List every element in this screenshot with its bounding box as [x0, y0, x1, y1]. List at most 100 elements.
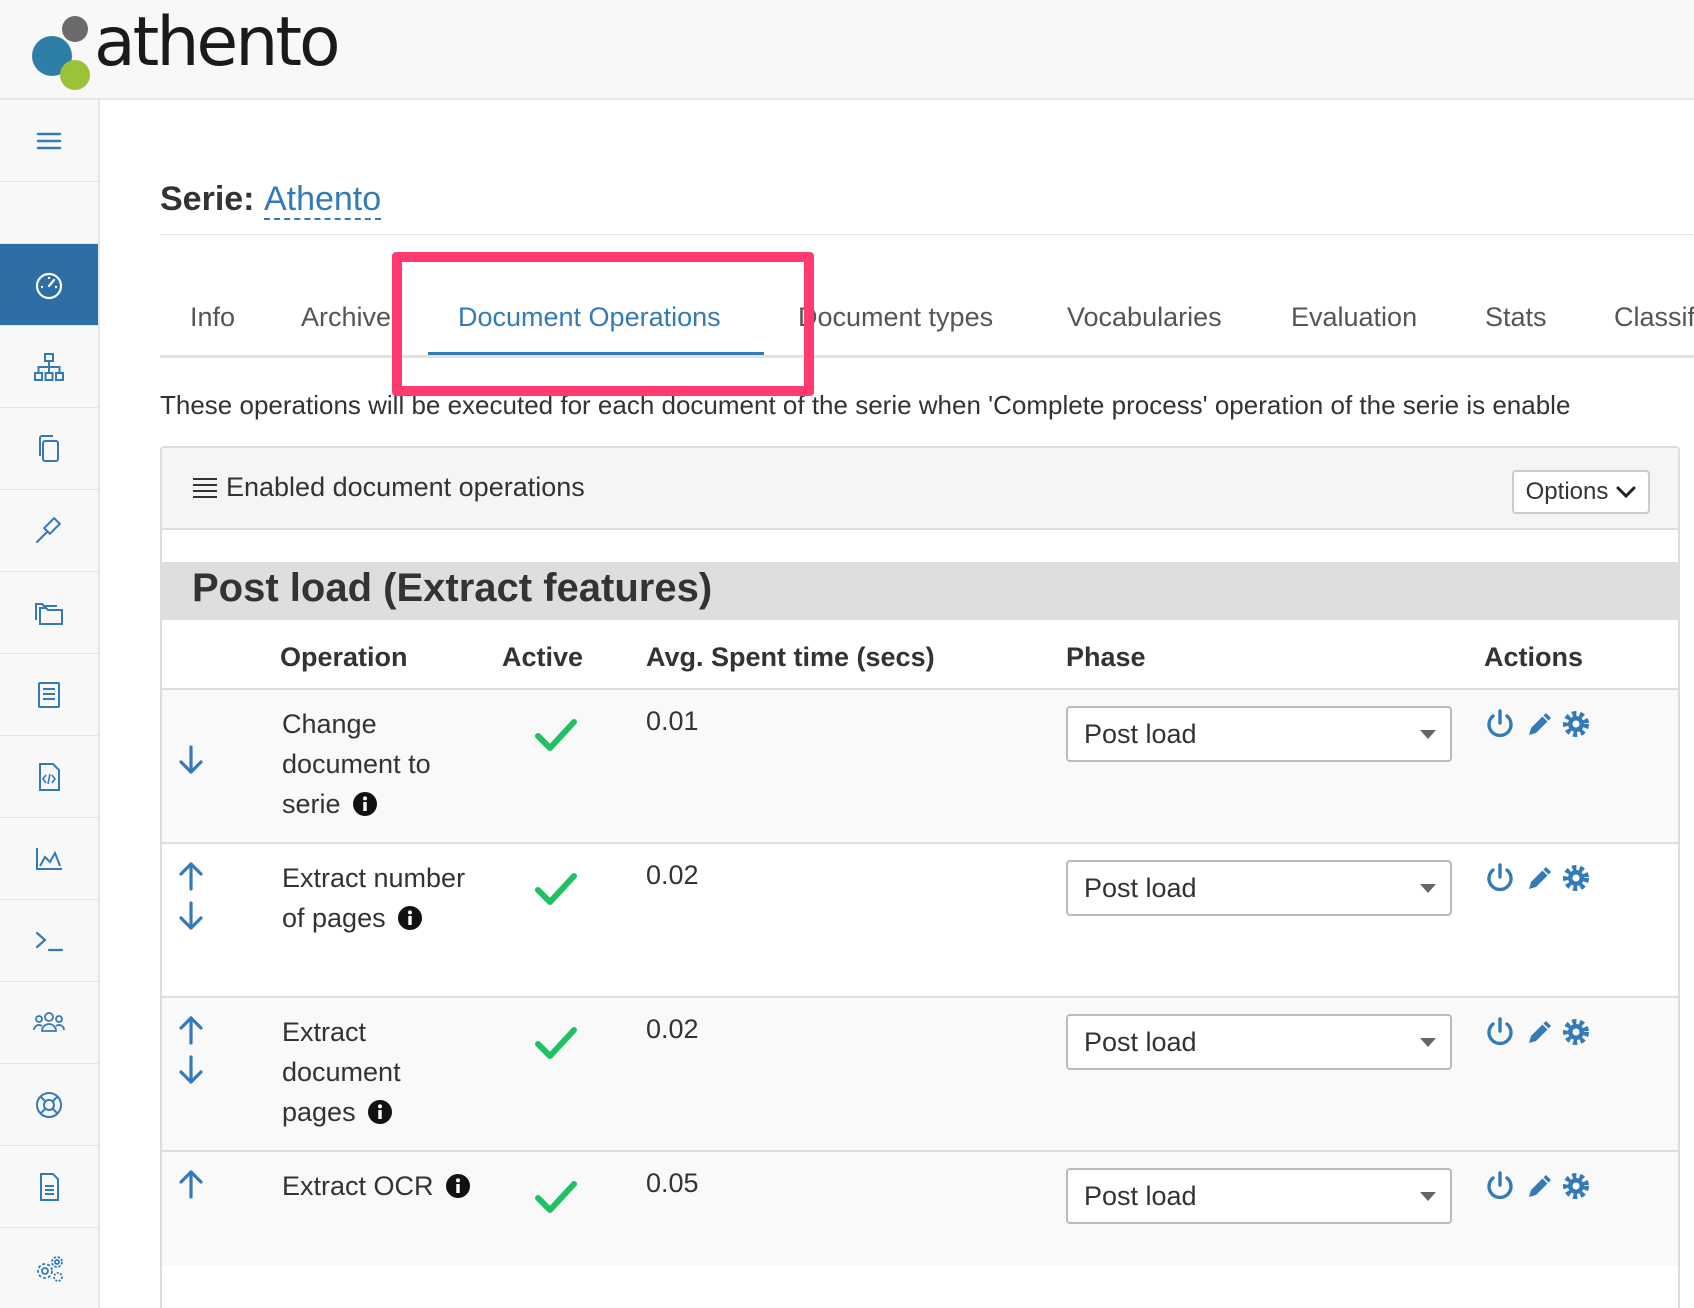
- panel-title: Enabled document operations: [192, 472, 585, 503]
- gear-icon[interactable]: [1560, 862, 1592, 894]
- tab-evaluation[interactable]: Evaluation: [1291, 292, 1417, 358]
- phase-select[interactable]: Post load: [1066, 1014, 1452, 1070]
- tab-vocabularies[interactable]: Vocabularies: [1067, 292, 1222, 358]
- group-header: Post load (Extract features): [162, 562, 1678, 620]
- tab-info[interactable]: Info: [190, 292, 235, 358]
- phase-select[interactable]: Post load: [1066, 706, 1452, 762]
- edit-pencil-icon[interactable]: [1524, 862, 1556, 894]
- sidebar-item-copy[interactable]: [0, 408, 98, 490]
- sidebar-item-stats[interactable]: [0, 818, 98, 900]
- sidebar-item-rules[interactable]: [0, 490, 98, 572]
- power-icon[interactable]: [1484, 708, 1516, 740]
- sidebar-item-console[interactable]: [0, 900, 98, 982]
- column-header-actions: Actions: [1484, 642, 1584, 672]
- terminal-icon: [35, 931, 64, 951]
- phase-select[interactable]: Post load: [1066, 860, 1452, 916]
- page-title: Serie: Athento: [160, 180, 382, 220]
- avg-time: 0.02: [646, 860, 699, 890]
- sidebar-spacer: [0, 182, 98, 244]
- sidebar-item-users[interactable]: [0, 982, 98, 1064]
- operations-description: These operations will be executed for ea…: [160, 390, 1571, 420]
- phase-select-value: Post load: [1084, 1027, 1197, 1057]
- column-header-avg-time: Avg. Spent time (secs): [646, 642, 935, 672]
- avg-time: 0.01: [646, 706, 699, 736]
- options-button[interactable]: Options: [1512, 470, 1650, 514]
- power-icon[interactable]: [1484, 1170, 1516, 1202]
- caret-down-icon: [1420, 884, 1436, 893]
- sidebar-item-support[interactable]: [0, 1064, 98, 1146]
- cogs-icon: [37, 1255, 63, 1282]
- gear-icon[interactable]: [1560, 1170, 1592, 1202]
- active-check-icon: [535, 719, 577, 751]
- info-icon[interactable]: [367, 1099, 393, 1125]
- tab-classification[interactable]: Classifi: [1614, 292, 1694, 358]
- power-icon[interactable]: [1484, 862, 1516, 894]
- panel-header: Enabled document operations Options: [162, 448, 1678, 530]
- edit-pencil-icon[interactable]: [1524, 1016, 1556, 1048]
- caret-down-icon: [1420, 1192, 1436, 1201]
- logo-dot-green: [60, 60, 90, 90]
- area-chart-icon: [36, 847, 62, 870]
- sidebar-menu-toggle[interactable]: [0, 100, 98, 182]
- arrow-down-icon[interactable]: [176, 744, 206, 776]
- power-icon[interactable]: [1484, 1016, 1516, 1048]
- avg-time: 0.02: [646, 1014, 699, 1044]
- logo-text: athento: [94, 3, 341, 82]
- active-check-icon: [535, 1181, 577, 1213]
- caret-down-icon: [1420, 1038, 1436, 1047]
- phase-select[interactable]: Post load: [1066, 1168, 1452, 1224]
- sidebar-item-documents[interactable]: [0, 1146, 98, 1228]
- tab-stats[interactable]: Stats: [1485, 292, 1547, 358]
- edit-pencil-icon[interactable]: [1524, 708, 1556, 740]
- tab-document-operations[interactable]: Document Operations: [458, 292, 721, 358]
- sidebar: [0, 100, 100, 1308]
- copy-icon: [39, 434, 59, 462]
- avg-time: 0.05: [646, 1168, 699, 1198]
- sidebar-item-structure[interactable]: [0, 326, 98, 408]
- gavel-icon: [36, 516, 62, 543]
- operation-name: Change document to serie: [282, 704, 472, 824]
- tab-archive[interactable]: Archive: [301, 292, 391, 358]
- table-row: Change document to serie 0.01 Post load: [162, 690, 1678, 844]
- phase-select-value: Post load: [1084, 719, 1197, 749]
- operation-name: Extract number of pages: [282, 858, 472, 938]
- serie-name-link[interactable]: Athento: [263, 180, 382, 220]
- arrow-down-icon[interactable]: [176, 900, 206, 932]
- sidebar-item-code[interactable]: [0, 736, 98, 818]
- operations-panel: Enabled document operations Options Post…: [160, 446, 1680, 1308]
- arrow-up-icon[interactable]: [176, 1168, 206, 1200]
- gear-icon[interactable]: [1560, 1016, 1592, 1048]
- folders-icon: [35, 602, 63, 625]
- code-file-icon: [39, 762, 60, 791]
- operation-name: Extract OCR: [282, 1166, 472, 1206]
- sidebar-item-dashboard[interactable]: [0, 244, 98, 326]
- lifebuoy-icon: [36, 1091, 62, 1118]
- phase-select-value: Post load: [1084, 873, 1197, 903]
- table-row: Extract number of pages 0.02 Post load: [162, 844, 1678, 998]
- edit-pencil-icon[interactable]: [1524, 1170, 1556, 1202]
- users-icon: [33, 1011, 65, 1032]
- sidebar-item-library[interactable]: [0, 654, 98, 736]
- title-divider: [160, 234, 1694, 235]
- operation-name-text: Extract number of pages: [282, 863, 466, 933]
- arrow-up-icon[interactable]: [176, 1014, 206, 1046]
- table-row: Extract OCR 0.05 Post load: [162, 1152, 1678, 1266]
- active-check-icon: [535, 1027, 577, 1059]
- table-row: Extract document pages 0.02 Post load: [162, 998, 1678, 1152]
- arrow-down-icon[interactable]: [176, 1054, 206, 1086]
- tab-document-types[interactable]: Document types: [798, 292, 993, 358]
- menu-icon: [36, 132, 62, 149]
- main-content: Serie: Athento Info Archive Document Ope…: [160, 100, 1694, 1308]
- athento-logo[interactable]: athento: [28, 3, 341, 92]
- info-icon[interactable]: [397, 905, 423, 931]
- caret-down-icon: [1420, 730, 1436, 739]
- sidebar-item-folders[interactable]: [0, 572, 98, 654]
- column-header-operation: Operation: [280, 642, 408, 672]
- group-title: Post load (Extract features): [192, 566, 713, 610]
- sidebar-item-settings[interactable]: [0, 1228, 98, 1308]
- gear-icon[interactable]: [1560, 708, 1592, 740]
- arrow-up-icon[interactable]: [176, 860, 206, 892]
- info-icon[interactable]: [352, 791, 378, 817]
- phase-select-value: Post load: [1084, 1181, 1197, 1211]
- info-icon[interactable]: [445, 1173, 471, 1199]
